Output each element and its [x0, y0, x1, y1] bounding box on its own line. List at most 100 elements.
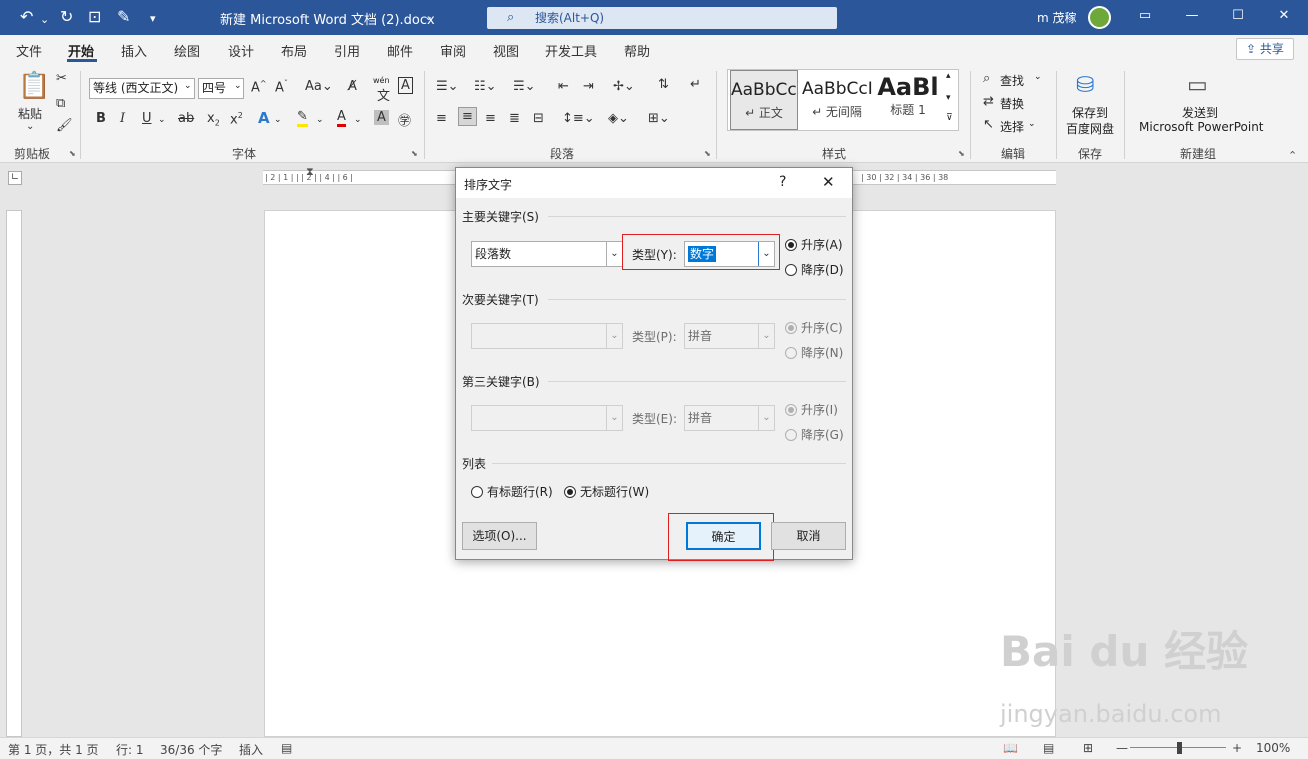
paste-label[interactable]: 粘贴 — [18, 105, 42, 122]
zoom-out-icon[interactable]: — — [1116, 741, 1128, 755]
options-button[interactable]: 选项(O)... — [462, 522, 537, 550]
chevron-down-icon[interactable]: ⌄ — [758, 242, 774, 266]
chevron-down-icon[interactable]: ⌄ — [1028, 119, 1036, 129]
shrink-font-icon[interactable]: Aˇ — [275, 79, 288, 95]
baidu-netdisk-icon[interactable]: ⛁ — [1076, 73, 1094, 98]
line-number[interactable]: 行: 1 — [116, 741, 144, 758]
tab-developer[interactable]: 开发工具 — [545, 41, 597, 60]
ribbon-display-icon[interactable]: ▭ — [1137, 8, 1153, 23]
replace-button[interactable]: 替换 — [1000, 95, 1024, 112]
phonetic-guide-icon[interactable]: wén — [373, 76, 390, 85]
secondary-key-field-select[interactable]: ⌄ — [471, 323, 623, 349]
chevron-down-icon[interactable]: ⌄ — [606, 406, 622, 430]
shading-icon[interactable]: ◈⌄ — [608, 111, 629, 126]
copy-icon[interactable]: ⧉ — [56, 96, 65, 111]
ok-button[interactable]: 确定 — [686, 522, 761, 550]
tab-help[interactable]: 帮助 — [624, 41, 650, 60]
netdisk-label[interactable]: 百度网盘 — [1066, 120, 1114, 137]
styles-scroll-down-icon[interactable]: ▾ — [946, 93, 951, 103]
borders-icon[interactable]: ⊞⌄ — [648, 111, 670, 126]
find-button[interactable]: 查找 — [1000, 72, 1024, 89]
char-shading-icon[interactable]: A — [374, 110, 389, 125]
chevron-down-icon[interactable]: ⌄ — [354, 115, 362, 125]
font-name-combo[interactable]: 等线 (西文正文) — [89, 78, 195, 99]
chevron-down-icon[interactable]: ⌄ — [316, 115, 324, 125]
asian-layout-icon[interactable]: ✢⌄ — [613, 79, 635, 94]
with-header-radio[interactable]: 有标题行(R) — [471, 483, 553, 500]
paste-dropdown-icon[interactable]: ⌄ — [26, 121, 34, 132]
chevron-down-icon[interactable]: ⌄ — [758, 324, 774, 348]
highlight-icon[interactable]: ✎ — [297, 109, 308, 127]
tertiary-key-field-select[interactable]: ⌄ — [471, 405, 623, 431]
primary-key-field-select[interactable]: 段落数 ⌄ — [471, 241, 623, 267]
chevron-down-icon[interactable]: ⌄ — [606, 242, 622, 266]
primary-desc-radio[interactable]: 降序(D) — [785, 261, 844, 278]
read-mode-icon[interactable]: 📖 — [1003, 741, 1018, 755]
search-box[interactable]: ⌕ 搜索(Alt+Q) — [487, 7, 837, 29]
tertiary-desc-radio[interactable]: 降序(G) — [785, 426, 844, 443]
avatar[interactable] — [1088, 6, 1111, 29]
web-layout-icon[interactable]: ⊞ — [1083, 741, 1093, 755]
cancel-button[interactable]: 取消 — [771, 522, 846, 550]
minimize-icon[interactable]: — — [1184, 8, 1200, 23]
multilevel-list-icon[interactable]: ☴⌄ — [513, 79, 536, 94]
powerpoint-label[interactable]: Microsoft PowerPoint — [1139, 120, 1264, 134]
insert-mode[interactable]: 插入 — [239, 741, 263, 758]
style-normal[interactable]: AaBbCcI ↵ 正文 — [730, 70, 798, 130]
tertiary-asc-radio[interactable]: 升序(I) — [785, 401, 838, 418]
align-left-icon[interactable]: ≡ — [436, 111, 447, 126]
increase-indent-icon[interactable]: ⇥ — [583, 79, 594, 94]
no-header-radio[interactable]: 无标题行(W) — [564, 483, 649, 500]
find-icon[interactable]: ⌕ — [983, 71, 990, 86]
change-case-icon[interactable]: Aa⌄ — [305, 79, 333, 94]
macro-record-icon[interactable]: ▤ — [281, 741, 292, 755]
enclose-char-icon[interactable]: ㊫ — [398, 110, 411, 129]
undo-dropdown-icon[interactable]: ⌄ — [40, 11, 49, 29]
align-center-icon[interactable]: ≡ — [458, 107, 477, 126]
chevron-down-icon[interactable]: ⌄ — [274, 115, 282, 125]
word-count[interactable]: 36/36 个字 — [160, 741, 222, 758]
page-count[interactable]: 第 1 页，共 1 页 — [8, 741, 99, 758]
dialog-launcher-icon[interactable]: ⬊ — [704, 149, 711, 158]
chevron-down-icon[interactable]: ⌄ — [234, 81, 242, 91]
underline-dropdown-icon[interactable]: ⌄ — [158, 115, 166, 125]
close-icon[interactable]: ✕ — [1276, 8, 1292, 23]
document-title[interactable]: 新建 Microsoft Word 文档 (2).docx — [220, 9, 435, 28]
tab-view[interactable]: 视图 — [493, 41, 519, 60]
char-border-icon[interactable]: A — [398, 77, 413, 94]
dialog-launcher-icon[interactable]: ⬊ — [69, 149, 76, 158]
secondary-asc-radio[interactable]: 升序(C) — [785, 319, 843, 336]
vertical-ruler[interactable] — [6, 210, 22, 737]
paste-icon[interactable]: 📋 — [18, 71, 50, 101]
send-to-label[interactable]: 发送到 — [1182, 104, 1218, 121]
secondary-desc-radio[interactable]: 降序(N) — [785, 344, 843, 361]
user-name[interactable]: m 茂稼 — [1037, 9, 1077, 26]
cut-icon[interactable]: ✂ — [56, 71, 67, 86]
bullets-icon[interactable]: ☰⌄ — [436, 79, 459, 94]
select-button[interactable]: 选择 — [1000, 118, 1024, 135]
tab-home[interactable]: 开始 — [68, 41, 94, 60]
subscript-icon[interactable]: x2 — [207, 111, 220, 128]
style-no-spacing[interactable]: AaBbCcI ↵ 无间隔 — [802, 70, 872, 130]
tab-draw[interactable]: 绘图 — [174, 41, 200, 60]
tab-design[interactable]: 设计 — [228, 41, 254, 60]
distributed-icon[interactable]: ⊟ — [533, 111, 544, 126]
italic-icon[interactable]: I — [120, 111, 125, 126]
numbering-icon[interactable]: ☷⌄ — [474, 79, 497, 94]
undo-icon[interactable]: ↶ — [20, 8, 33, 26]
secondary-type-select[interactable]: 拼音 ⌄ — [684, 323, 775, 349]
tertiary-type-select[interactable]: 拼音 ⌄ — [684, 405, 775, 431]
tab-mailings[interactable]: 邮件 — [387, 41, 413, 60]
chevron-down-icon[interactable]: ⌄ — [424, 10, 433, 23]
superscript-icon[interactable]: x2 — [230, 111, 243, 127]
align-right-icon[interactable]: ≡ — [485, 111, 496, 126]
primary-asc-radio[interactable]: 升序(A) — [785, 236, 843, 253]
styles-more-icon[interactable]: ⊽ — [946, 113, 953, 123]
tab-layout[interactable]: 布局 — [281, 41, 307, 60]
tab-file[interactable]: 文件 — [16, 41, 42, 60]
select-icon[interactable]: ↖ — [983, 117, 994, 132]
underline-icon[interactable]: U — [142, 111, 152, 126]
grow-font-icon[interactable]: A^ — [251, 79, 267, 95]
save-to-label[interactable]: 保存到 — [1072, 104, 1108, 121]
print-layout-icon[interactable]: ▤ — [1043, 741, 1054, 755]
